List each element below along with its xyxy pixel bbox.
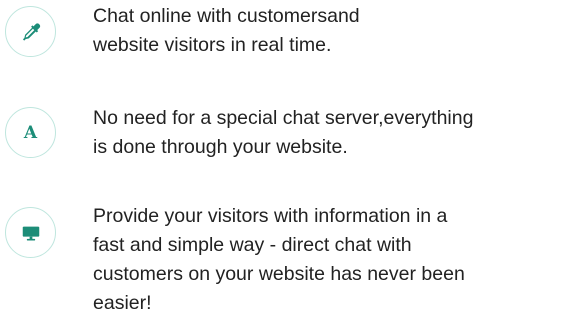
feature-icon-circle: A (5, 107, 56, 158)
feature-text-line: customers on your website has never been (93, 263, 465, 285)
feature-icon-circle (5, 6, 56, 57)
feature-text-line: is done through your website. (93, 136, 348, 158)
feature-description: Chat online with customersand website vi… (93, 2, 569, 60)
feature-description: No need for a special chat server,everyt… (93, 104, 569, 162)
feature-text-line: Provide your visitors with information i… (93, 205, 448, 227)
font-letter-icon: A (23, 122, 38, 143)
feature-text-line: website visitors in real time. (93, 34, 332, 56)
feature-text-line: easier! (93, 292, 152, 314)
feature-icon-circle (5, 207, 56, 258)
feature-description: Provide your visitors with information i… (93, 202, 569, 318)
feature-text-line: No need for a special chat server,everyt… (93, 107, 474, 129)
feature-text-line: fast and simple way - direct chat with (93, 234, 412, 256)
feature-text-line: Chat online with customersand (93, 5, 360, 27)
